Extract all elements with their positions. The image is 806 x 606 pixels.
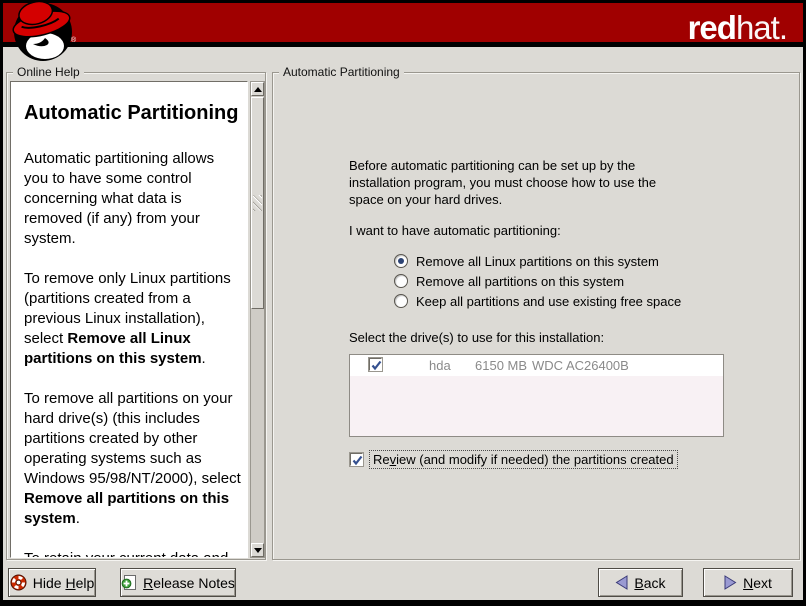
brand-hat: hat. xyxy=(736,9,787,46)
life-preserver-icon xyxy=(10,574,27,591)
help-paragraph: Automatic partitioning allows you to hav… xyxy=(24,149,241,249)
help-paragraph: To remove only Linux partitions (partiti… xyxy=(24,269,241,369)
radio-option-label: Remove all partitions on this system xyxy=(416,274,624,289)
review-option: Review (and modify if needed) the partit… xyxy=(350,450,678,469)
redhat-shadowman-icon: ® xyxy=(5,2,83,64)
drive-table[interactable]: hda 6150 MB WDC AC26400B xyxy=(349,354,724,437)
online-help-frame: Online Help Automatic Partitioning Autom… xyxy=(6,72,266,560)
back-button-label: Back xyxy=(634,575,665,591)
radio-option[interactable]: Remove all partitions on this system xyxy=(394,271,681,291)
help-paragraphs: Automatic partitioning allows you to hav… xyxy=(24,149,241,558)
drive-model: WDC AC26400B xyxy=(532,358,629,373)
checkmark-icon xyxy=(351,454,364,467)
installer-window: redhat. ® Online Help Automatic Partitio… xyxy=(3,3,803,600)
back-button[interactable]: Back xyxy=(598,568,683,597)
review-checkbox-label[interactable]: Review (and modify if needed) the partit… xyxy=(369,450,678,469)
radio-button[interactable] xyxy=(394,274,408,288)
step-frame-label: Automatic Partitioning xyxy=(279,65,404,79)
radio-button[interactable] xyxy=(394,254,408,268)
scroll-up-arrow-icon xyxy=(254,87,262,92)
header-bar: redhat. xyxy=(3,3,803,47)
radio-option[interactable]: Keep all partitions and use existing fre… xyxy=(394,291,681,311)
question-text: I want to have automatic partitioning: xyxy=(349,223,561,238)
drive-checkbox[interactable] xyxy=(369,358,382,371)
svg-text:®: ® xyxy=(71,36,77,44)
redhat-wordmark: redhat. xyxy=(688,9,787,47)
intro-text: Before automatic partitioning can be set… xyxy=(349,157,671,208)
radio-dot-icon xyxy=(398,258,404,264)
help-text-panel: Automatic Partitioning Automatic partiti… xyxy=(10,81,248,558)
radio-button[interactable] xyxy=(394,294,408,308)
radio-option-label: Remove all Linux partitions on this syst… xyxy=(416,254,659,269)
next-button-label: Next xyxy=(743,575,772,591)
next-button[interactable]: Next xyxy=(703,568,793,597)
review-checkbox[interactable] xyxy=(350,453,363,466)
drives-label: Select the drive(s) to use for this inst… xyxy=(349,330,604,345)
release-notes-label: Release Notes xyxy=(143,575,235,591)
help-paragraph: To retain your current data and xyxy=(24,549,241,558)
scroll-down-arrow-icon xyxy=(254,548,262,553)
drive-device: hda xyxy=(429,358,451,373)
automatic-partitioning-frame: Automatic Partitioning Before automatic … xyxy=(272,72,800,560)
hide-help-button[interactable]: Hide Help xyxy=(8,568,96,597)
scrollbar-thumb[interactable] xyxy=(251,97,264,309)
checkmark-icon xyxy=(370,359,383,372)
brand-red: red xyxy=(688,9,736,46)
help-paragraph: To remove all partitions on your hard dr… xyxy=(24,389,241,529)
radio-option[interactable]: Remove all Linux partitions on this syst… xyxy=(394,251,681,271)
page-plus-icon xyxy=(121,574,137,591)
scroll-up-button[interactable] xyxy=(251,82,264,96)
release-notes-button[interactable]: Release Notes xyxy=(120,568,236,597)
help-title: Automatic Partitioning xyxy=(24,102,241,125)
scrollbar-grip-icon xyxy=(253,195,262,211)
partitioning-radio-group: Remove all Linux partitions on this syst… xyxy=(394,251,681,311)
help-content: Automatic Partitioning Automatic partiti… xyxy=(11,82,247,558)
drive-size: 6150 MB xyxy=(475,358,527,373)
drive-row[interactable]: hda 6150 MB WDC AC26400B xyxy=(350,355,723,376)
hide-help-label: Hide Help xyxy=(33,575,95,591)
help-scrollbar[interactable] xyxy=(250,81,265,558)
next-arrow-icon xyxy=(724,575,737,590)
radio-option-label: Keep all partitions and use existing fre… xyxy=(416,294,681,309)
back-arrow-icon xyxy=(615,575,628,590)
scroll-down-button[interactable] xyxy=(251,543,264,557)
online-help-frame-label: Online Help xyxy=(13,65,84,79)
